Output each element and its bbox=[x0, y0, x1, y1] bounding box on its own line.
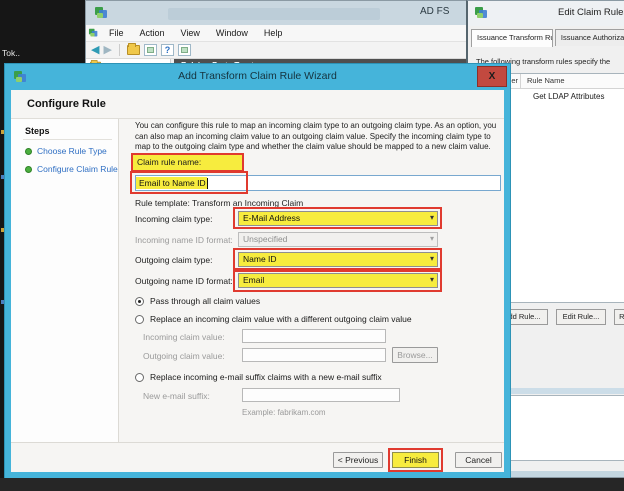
incoming-name-id-format-label: Incoming name ID format: bbox=[135, 235, 233, 245]
help-icon[interactable]: ? bbox=[161, 44, 174, 56]
outgoing-claim-type-dropdown[interactable]: Name ID ▾ bbox=[238, 252, 438, 267]
wizard-description: You can configure this rule to map an in… bbox=[135, 121, 504, 153]
radio-replace-claim-value[interactable]: Replace an incoming claim value with a d… bbox=[135, 314, 412, 324]
outgoing-claim-type-value: Name ID bbox=[243, 254, 277, 264]
steps-heading: Steps bbox=[25, 126, 50, 136]
incoming-claim-type-dropdown[interactable]: E-Mail Address ▾ bbox=[238, 211, 438, 226]
export-folder-icon[interactable] bbox=[127, 45, 140, 55]
wizard-titlebar: Add Transform Claim Rule Wizard X bbox=[5, 64, 510, 90]
outgoing-name-id-format-label: Outgoing name ID format: bbox=[135, 276, 233, 286]
tab-issuance-transform-rules[interactable]: Issuance Transform Rules bbox=[471, 29, 553, 47]
radio-replace-email-suffix[interactable]: Replace incoming e-mail suffix claims wi… bbox=[135, 372, 382, 382]
tab-issuance-authorization-rules[interactable]: Issuance Authorization Rules bbox=[555, 29, 624, 46]
screen: Tok.. AD FS File Action View Window Help… bbox=[0, 0, 624, 491]
incoming-claim-type-value: E-Mail Address bbox=[243, 213, 300, 223]
steps-divider bbox=[23, 139, 112, 140]
console-window-icon[interactable] bbox=[178, 44, 191, 56]
bottom-strip bbox=[504, 471, 624, 477]
edit-rules-titlebar: Edit Claim Rules bbox=[468, 1, 624, 26]
step-bullet-icon bbox=[25, 148, 32, 155]
taskbar[interactable] bbox=[0, 478, 624, 491]
edit-rules-app-icon bbox=[474, 6, 489, 20]
previous-button[interactable]: < Previous bbox=[333, 452, 383, 468]
incoming-name-id-format-dropdown: Unspecified ▾ bbox=[238, 232, 438, 247]
toolbar-separator bbox=[119, 44, 120, 56]
adfs-app-icon bbox=[94, 6, 109, 20]
outgoing-name-id-format-value: Email bbox=[243, 275, 264, 285]
outgoing-claim-type-label: Outgoing claim type: bbox=[135, 255, 212, 265]
page-heading: Configure Rule bbox=[27, 98, 106, 110]
claim-rule-name-value: Email to Name ID bbox=[136, 177, 207, 189]
add-transform-claim-rule-wizard: Add Transform Claim Rule Wizard X Config… bbox=[5, 64, 510, 478]
outgoing-name-id-format-dropdown[interactable]: Email ▾ bbox=[238, 273, 438, 288]
claim-rule-name-input[interactable]: Email to Name ID bbox=[135, 175, 501, 191]
button-separator bbox=[11, 442, 504, 443]
outgoing-claim-value-input bbox=[242, 348, 386, 362]
menu-file[interactable]: File bbox=[101, 26, 132, 40]
adfs-menu-icon bbox=[88, 28, 99, 38]
edit-rules-tabs: Issuance Transform Rules Issuance Author… bbox=[471, 29, 624, 46]
steps-panel: Steps Choose Rule Type Configure Claim R… bbox=[11, 119, 119, 442]
finish-button[interactable]: Finish bbox=[392, 452, 439, 468]
new-email-suffix-label: New e-mail suffix: bbox=[143, 391, 210, 401]
radio-pass-through[interactable]: Pass through all claim values bbox=[135, 296, 260, 306]
column-rule-name: Rule Name bbox=[521, 74, 624, 88]
console-window-icon[interactable] bbox=[144, 44, 157, 56]
step-label: Choose Rule Type bbox=[37, 146, 107, 156]
radio-label: Replace an incoming claim value with a d… bbox=[150, 314, 412, 324]
adfs-window-title: AD FS bbox=[420, 6, 449, 17]
description-panel-strip bbox=[504, 388, 624, 394]
edit-rules-window-title: Edit Claim Rules bbox=[558, 7, 624, 18]
browse-button: Browse... bbox=[392, 347, 438, 363]
desktop-pixel bbox=[1, 300, 4, 304]
chevron-down-icon: ▾ bbox=[430, 234, 434, 243]
back-arrow-icon[interactable]: ◀ bbox=[91, 45, 99, 56]
radio-selected-icon bbox=[135, 297, 144, 306]
desktop-pixel bbox=[1, 228, 4, 232]
new-email-suffix-input bbox=[242, 388, 400, 402]
wizard-content: Configure Rule Steps Choose Rule Type Co… bbox=[11, 90, 504, 472]
incoming-claim-value-label: Incoming claim value: bbox=[143, 332, 225, 342]
desktop-pixel bbox=[1, 175, 4, 179]
edit-rule-button[interactable]: Edit Rule... bbox=[556, 309, 606, 325]
menu-action[interactable]: Action bbox=[132, 26, 173, 40]
menu-window[interactable]: Window bbox=[208, 26, 256, 40]
radio-icon bbox=[135, 373, 144, 382]
chevron-down-icon: ▾ bbox=[430, 254, 434, 263]
radio-icon bbox=[135, 315, 144, 324]
incoming-name-id-format-value: Unspecified bbox=[243, 234, 287, 244]
wizard-title: Add Transform Claim Rule Wizard bbox=[5, 70, 510, 82]
chevron-down-icon: ▾ bbox=[430, 275, 434, 284]
step-bullet-icon bbox=[25, 166, 32, 173]
annotation-box-finish: Finish bbox=[388, 448, 443, 472]
desktop-partial-label: Tok.. bbox=[2, 48, 20, 58]
radio-label: Replace incoming e-mail suffix claims wi… bbox=[150, 372, 382, 382]
incoming-claim-type-label: Incoming claim type: bbox=[135, 214, 212, 224]
step-choose-rule-type[interactable]: Choose Rule Type bbox=[25, 146, 107, 156]
suffix-example-text: Example: fabrikam.com bbox=[242, 408, 326, 417]
cancel-button[interactable]: Cancel bbox=[455, 452, 502, 468]
claim-rule-name-label: Claim rule name: bbox=[131, 153, 244, 172]
radio-label: Pass through all claim values bbox=[150, 296, 260, 306]
chevron-down-icon: ▾ bbox=[430, 213, 434, 222]
rule-template-text: Rule template: Transform an Incoming Cla… bbox=[135, 198, 303, 208]
text-cursor bbox=[207, 178, 208, 189]
step-configure-claim-rule[interactable]: Configure Claim Rule bbox=[25, 164, 118, 174]
menu-view[interactable]: View bbox=[173, 26, 208, 40]
close-icon[interactable]: X bbox=[477, 66, 507, 87]
desktop-pixel bbox=[1, 130, 4, 134]
titlebar-redacted-strip bbox=[168, 8, 380, 20]
outgoing-claim-value-label: Outgoing claim value: bbox=[143, 351, 225, 361]
step-label: Configure Claim Rule bbox=[37, 164, 118, 174]
forward-arrow-icon[interactable]: ▶ bbox=[103, 45, 111, 56]
incoming-claim-value-input bbox=[242, 329, 386, 343]
menu-help[interactable]: Help bbox=[256, 26, 291, 40]
remove-rule-button[interactable]: Remove Rule... bbox=[614, 309, 624, 325]
rule-description-box bbox=[510, 395, 624, 461]
